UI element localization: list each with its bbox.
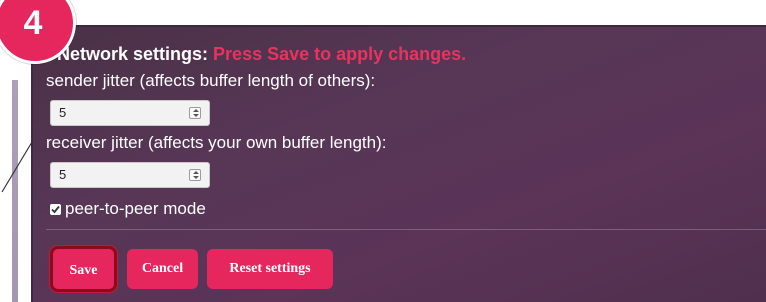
- spinner-icon[interactable]: [189, 107, 201, 119]
- sender-jitter-value: 5: [59, 105, 67, 120]
- reset-settings-button[interactable]: Reset settings: [207, 249, 333, 289]
- section-title: Network settings:: [57, 44, 209, 64]
- apply-warning: Press Save to apply changes.: [213, 44, 467, 64]
- cancel-button[interactable]: Cancel: [127, 249, 198, 289]
- peer-to-peer-checkbox[interactable]: [50, 204, 61, 215]
- step-number: 4: [23, 4, 43, 42]
- peer-to-peer-label: peer-to-peer mode: [65, 199, 206, 218]
- save-button[interactable]: Save: [50, 246, 117, 292]
- checkmark-icon: [51, 205, 60, 214]
- receiver-jitter-label: receiver jitter (affects your own buffer…: [46, 133, 387, 152]
- receiver-jitter-value: 5: [59, 167, 67, 182]
- network-settings-heading: Network settings: Press Save to apply ch…: [57, 44, 466, 65]
- sender-jitter-input[interactable]: 5: [50, 100, 210, 126]
- spinner-icon[interactable]: [189, 169, 201, 181]
- screenshot-stage: 4 Network settings: Press Save to apply …: [0, 0, 766, 302]
- receiver-jitter-input[interactable]: 5: [50, 162, 210, 188]
- sender-jitter-label: sender jitter (affects buffer length of …: [46, 71, 376, 90]
- divider: [46, 229, 766, 230]
